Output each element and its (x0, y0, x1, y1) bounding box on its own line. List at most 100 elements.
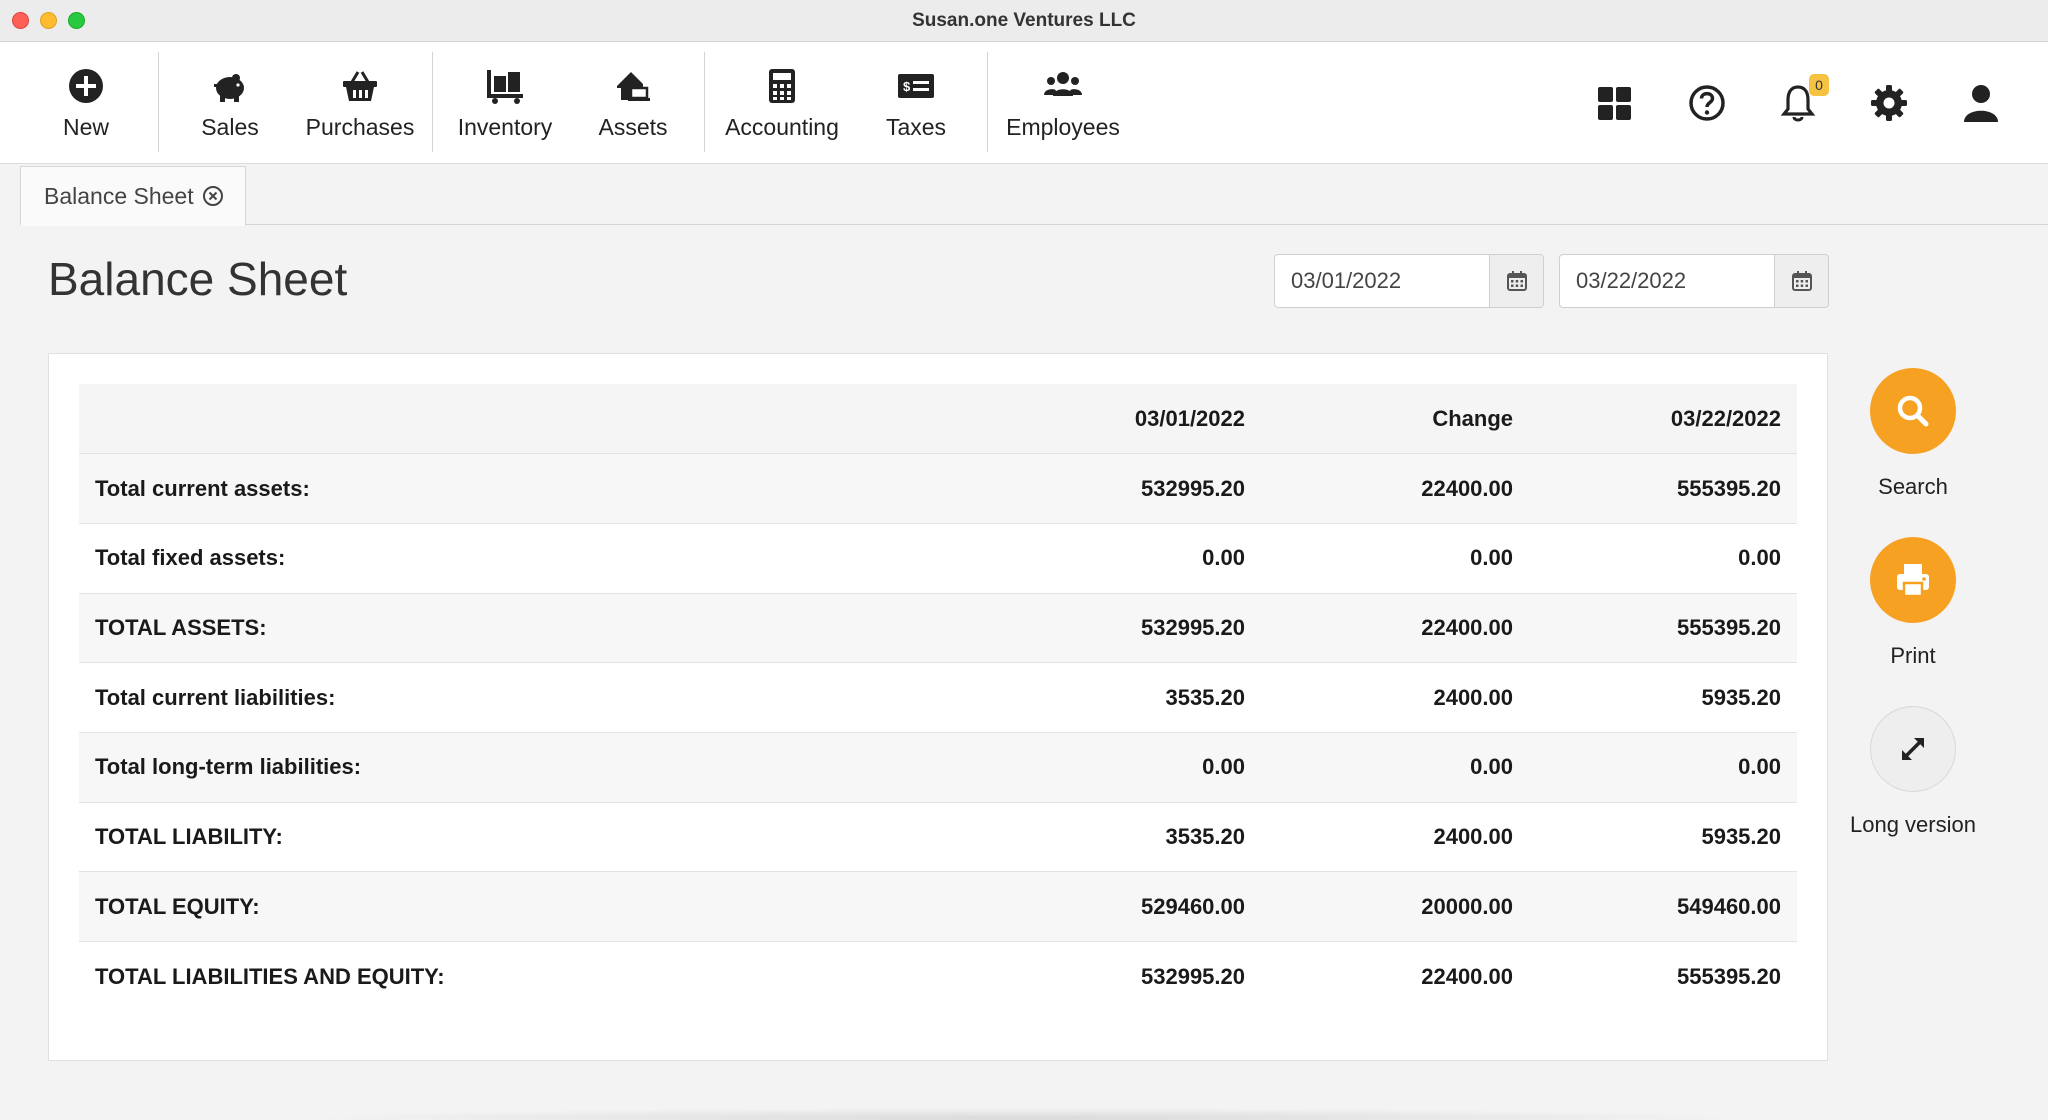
end-value: 555395.20 (1529, 941, 1797, 1012)
start-value: 0.00 (979, 522, 1261, 594)
toolbar-divider (158, 52, 159, 152)
end-value: 0.00 (1529, 522, 1797, 594)
start-value: 3535.20 (979, 801, 1261, 872)
change-value: 22400.00 (1261, 592, 1529, 663)
help-button[interactable] (1686, 82, 1728, 124)
nav-accounting[interactable]: Accounting (720, 42, 844, 164)
long-version-button[interactable]: Long version (1845, 706, 1981, 838)
plus-circle-icon (69, 68, 103, 103)
close-window-button[interactable] (12, 12, 29, 29)
search-button[interactable]: Search (1868, 368, 1958, 500)
toolbar-divider (704, 52, 705, 152)
nav-inventory-label: Inventory (457, 113, 553, 140)
nav-sales[interactable]: Sales (190, 42, 270, 164)
tab-balance-sheet[interactable]: Balance Sheet (20, 166, 246, 226)
date-to-input[interactable]: 03/22/2022 (1560, 255, 1774, 307)
row-label: Total current liabilities: (79, 662, 979, 733)
tab-strip: Balance Sheet (20, 166, 2048, 226)
end-value: 5935.20 (1529, 801, 1797, 872)
table-row: Total current assets: 532995.20 22400.00… (79, 453, 1797, 524)
table-row: TOTAL LIABILITY: 3535.20 2400.00 5935.20 (79, 801, 1797, 872)
dashboard-button[interactable] (1594, 82, 1636, 124)
user-menu-button[interactable] (1960, 82, 2002, 124)
basket-icon (343, 70, 377, 101)
svg-text:$: $ (903, 79, 911, 94)
row-label: TOTAL ASSETS: (79, 592, 979, 663)
end-value: 549460.00 (1529, 871, 1797, 942)
calendar-icon (1791, 271, 1812, 291)
house-laptop-icon (617, 71, 650, 101)
search-icon (1897, 395, 1929, 427)
gear-icon (1871, 85, 1907, 121)
nav-assets[interactable]: Assets (588, 42, 678, 164)
balance-sheet-table: 03/01/2022 Change 03/22/2022 Total curre… (79, 384, 1797, 1012)
start-value: 3535.20 (979, 662, 1261, 733)
start-value: 529460.00 (979, 871, 1261, 942)
date-to-calendar-button[interactable] (1774, 255, 1828, 307)
user-icon (1964, 85, 1998, 122)
row-label: TOTAL LIABILITIES AND EQUITY: (79, 941, 979, 1012)
start-value: 532995.20 (979, 592, 1261, 663)
nav-assets-label: Assets (598, 113, 668, 140)
table-row: Total long-term liabilities: 0.00 0.00 0… (79, 731, 1797, 803)
date-from-input[interactable]: 03/01/2022 (1275, 255, 1489, 307)
search-button-label: Search (1878, 474, 1948, 499)
start-value: 532995.20 (979, 453, 1261, 524)
bottom-shadow (290, 1108, 1760, 1120)
expand-arrows-icon (1902, 738, 1924, 760)
piggy-bank-icon (214, 73, 244, 102)
nav-taxes-label: Taxes (885, 113, 947, 140)
nav-inventory[interactable]: Inventory (455, 42, 555, 164)
notifications-button[interactable]: 0 (1777, 74, 1829, 124)
change-value: 2400.00 (1261, 662, 1529, 733)
table-row: TOTAL ASSETS: 532995.20 22400.00 555395.… (79, 592, 1797, 663)
end-value: 555395.20 (1529, 453, 1797, 524)
table-row: Total fixed assets: 0.00 0.00 0.00 (79, 522, 1797, 594)
window-controls (12, 12, 85, 29)
nav-accounting-label: Accounting (725, 113, 839, 140)
nav-purchases-label: Purchases (305, 113, 415, 140)
nav-purchases[interactable]: Purchases (300, 42, 420, 164)
settings-button[interactable] (1868, 82, 1910, 124)
print-icon (1897, 564, 1929, 598)
column-header-change: Change (1432, 405, 1513, 431)
toolbar-divider (432, 52, 433, 152)
start-value: 0.00 (979, 731, 1261, 803)
table-row: Total current liabilities: 3535.20 2400.… (79, 662, 1797, 733)
window-title: Susan.one Ventures LLC (912, 9, 1136, 31)
toolbar-divider (987, 52, 988, 152)
tab-balance-sheet-label: Balance Sheet (44, 182, 194, 209)
row-label: Total fixed assets: (79, 522, 979, 594)
zoom-window-button[interactable] (68, 12, 85, 29)
users-icon (1044, 71, 1082, 96)
page-title: Balance Sheet (48, 253, 348, 305)
date-from-calendar-button[interactable] (1489, 255, 1543, 307)
print-button[interactable]: Print (1868, 537, 1958, 669)
dolly-boxes-icon (487, 69, 523, 104)
calculator-icon (769, 68, 795, 103)
change-value: 20000.00 (1261, 871, 1529, 942)
calendar-icon (1506, 271, 1527, 291)
nav-new[interactable]: New (40, 42, 132, 164)
nav-taxes[interactable]: $ Taxes (874, 42, 958, 164)
table-header-row: 03/01/2022 Change 03/22/2022 (79, 384, 1797, 454)
row-label: Total current assets: (79, 453, 979, 524)
date-from-picker[interactable]: 03/01/2022 (1274, 254, 1544, 308)
column-header-end-date: 03/22/2022 (1670, 405, 1781, 431)
long-version-button-circle[interactable] (1870, 706, 1956, 792)
minimize-window-button[interactable] (40, 12, 57, 29)
change-value: 0.00 (1261, 731, 1529, 803)
change-value: 22400.00 (1261, 941, 1529, 1012)
print-button-circle[interactable] (1870, 537, 1956, 623)
balance-sheet-panel: 03/01/2022 Change 03/22/2022 Total curre… (48, 353, 1828, 1061)
search-button-circle[interactable] (1870, 368, 1956, 454)
nav-new-label: New (62, 113, 109, 140)
end-value: 555395.20 (1529, 592, 1797, 663)
close-tab-icon[interactable] (202, 185, 224, 207)
dashboard-grid-icon (1598, 87, 1631, 120)
date-to-picker[interactable]: 03/22/2022 (1559, 254, 1829, 308)
row-label: Total long-term liabilities: (79, 731, 979, 803)
column-header-label (79, 384, 979, 454)
nav-employees[interactable]: Employees (1002, 42, 1124, 164)
window-titlebar: Susan.one Ventures LLC (0, 0, 2048, 42)
